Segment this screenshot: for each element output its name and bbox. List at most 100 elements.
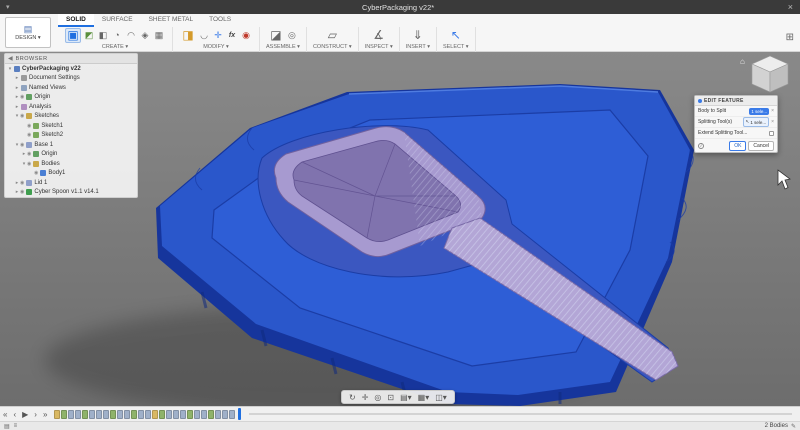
browser-row-cyberpackaging-v22[interactable]: ▾CyberPackaging v22 bbox=[5, 64, 137, 74]
timeline-feature-feat[interactable] bbox=[117, 410, 123, 419]
orbit-icon[interactable]: ↻ bbox=[346, 393, 359, 402]
timeline-feature-sketch[interactable] bbox=[82, 410, 88, 419]
browser-row-origin[interactable]: ▸◉Origin bbox=[5, 150, 137, 160]
timeline-feature-sketch[interactable] bbox=[159, 410, 165, 419]
browser-row-origin[interactable]: ▸◉Origin bbox=[5, 93, 137, 103]
timeline-feature-sketch[interactable] bbox=[61, 410, 67, 419]
pencil-icon[interactable]: ✎ bbox=[791, 423, 796, 430]
loft-icon[interactable]: ◈ bbox=[139, 29, 151, 41]
timeline-feature-feat[interactable] bbox=[89, 410, 95, 419]
press-pull-icon[interactable]: ◨ bbox=[180, 28, 196, 43]
toolbar-group-label-create[interactable]: CREATE ▾ bbox=[102, 44, 128, 50]
close-window-icon[interactable]: × bbox=[781, 2, 800, 12]
browser-row-sketch2[interactable]: ◉Sketch2 bbox=[5, 131, 137, 141]
construct-plane-icon[interactable]: ▱ bbox=[324, 28, 340, 43]
expand-arrow-icon[interactable]: ▸ bbox=[14, 75, 20, 81]
timeline-feature-feat[interactable] bbox=[222, 410, 228, 419]
go-to-start-button[interactable]: « bbox=[0, 408, 10, 421]
toolbar-group-label-inspect[interactable]: INSPECT ▾ bbox=[365, 44, 393, 50]
timeline-feature-feat[interactable] bbox=[173, 410, 179, 419]
move-icon[interactable]: ✛ bbox=[212, 29, 224, 41]
browser-row-document-settings[interactable]: ▸Document Settings bbox=[5, 74, 137, 84]
go-to-end-button[interactable]: » bbox=[40, 408, 50, 421]
timeline-feature-feat[interactable] bbox=[75, 410, 81, 419]
browser-row-analysis[interactable]: ▸Analysis bbox=[5, 102, 137, 112]
workspace-switcher[interactable]: ▤ DESIGN ▾ bbox=[5, 17, 51, 48]
tab-sheet-metal[interactable]: SHEET METAL bbox=[141, 14, 202, 27]
viewcube-home-icon[interactable]: ⌂ bbox=[740, 57, 745, 66]
joint-icon[interactable]: ◎ bbox=[286, 29, 298, 41]
timeline-feature-feat[interactable] bbox=[124, 410, 130, 419]
browser-row-sketches[interactable]: ▾◉Sketches bbox=[5, 112, 137, 122]
parameters-fx-icon[interactable]: fx bbox=[226, 29, 238, 41]
timeline-feature-feat[interactable] bbox=[138, 410, 144, 419]
zoom-icon[interactable]: ◎ bbox=[371, 393, 384, 402]
browser-row-base-1[interactable]: ▾◉Base 1 bbox=[5, 140, 137, 150]
browser-row-bodies[interactable]: ▾◉Bodies bbox=[5, 159, 137, 169]
visibility-eye-icon[interactable]: ◉ bbox=[27, 123, 31, 129]
timeline-feature-feat[interactable] bbox=[96, 410, 102, 419]
timeline-feature-sketch[interactable] bbox=[208, 410, 214, 419]
browser-row-lid-1[interactable]: ▸◉Lid 1 bbox=[5, 178, 137, 188]
extensions-icon[interactable]: ⊞ bbox=[786, 32, 794, 43]
timeline-feature-feat[interactable] bbox=[145, 410, 151, 419]
dialog-header[interactable]: EDIT FEATURE bbox=[695, 96, 777, 106]
extrude-icon[interactable]: ◧ bbox=[97, 29, 109, 41]
play-button[interactable]: ▶ bbox=[19, 408, 31, 421]
measure-icon[interactable]: ∡ bbox=[371, 28, 387, 43]
timeline-playhead[interactable] bbox=[238, 408, 241, 420]
titlebar-chevron-icon[interactable]: ▾ bbox=[0, 3, 16, 11]
splitting-tool-chip[interactable]: ↖ 1 sele... bbox=[743, 117, 770, 127]
timeline-feature-sketch[interactable] bbox=[131, 410, 137, 419]
timeline-groove[interactable] bbox=[249, 413, 792, 415]
browser-row-body1[interactable]: ◉Body1 bbox=[5, 169, 137, 179]
timeline-feature-feat[interactable] bbox=[215, 410, 221, 419]
insert-mesh-icon[interactable]: ⇓ bbox=[410, 28, 426, 43]
timeline-feature-feat[interactable] bbox=[180, 410, 186, 419]
timeline-feature-comp[interactable] bbox=[54, 410, 60, 419]
appearance-icon[interactable]: ◉ bbox=[240, 29, 252, 41]
timeline-feature-feat[interactable] bbox=[229, 410, 235, 419]
grid-settings-icon[interactable]: ▦▾ bbox=[415, 393, 433, 402]
step-forward-button[interactable]: › bbox=[31, 408, 40, 421]
expand-arrow-icon[interactable]: ▾ bbox=[7, 66, 13, 72]
layout-toggle-icon[interactable]: ≡ bbox=[14, 423, 18, 430]
cancel-button[interactable]: Cancel bbox=[748, 141, 774, 151]
timeline-feature-sketch[interactable] bbox=[187, 410, 193, 419]
timeline-feature-comp[interactable] bbox=[152, 410, 158, 419]
new-component-icon[interactable]: ◪ bbox=[268, 28, 284, 43]
display-settings-icon[interactable]: ▤▾ bbox=[397, 393, 415, 402]
browser-collapse-icon[interactable]: ◀ bbox=[8, 55, 13, 62]
browser-row-sketch1[interactable]: ◉Sketch1 bbox=[5, 121, 137, 131]
body-selection-clear-icon[interactable]: × bbox=[771, 108, 774, 114]
expand-arrow-icon[interactable]: ▸ bbox=[14, 85, 20, 91]
visibility-eye-icon[interactable]: ◉ bbox=[27, 161, 31, 167]
visibility-eye-icon[interactable]: ◉ bbox=[20, 113, 24, 119]
select-cursor-icon[interactable]: ↖ bbox=[448, 28, 464, 43]
timeline-feature-feat[interactable] bbox=[166, 410, 172, 419]
visibility-eye-icon[interactable]: ◉ bbox=[27, 132, 31, 138]
tab-surface[interactable]: SURFACE bbox=[94, 14, 141, 27]
viewports-icon[interactable]: ◫▾ bbox=[432, 393, 450, 402]
body-selection-chip[interactable]: 1 sele... bbox=[749, 108, 769, 115]
toolbar-group-label-insert[interactable]: INSERT ▾ bbox=[406, 44, 430, 50]
visibility-eye-icon[interactable]: ◉ bbox=[20, 142, 24, 148]
browser-row-named-views[interactable]: ▸Named Views bbox=[5, 83, 137, 93]
tab-solid[interactable]: SOLID bbox=[58, 14, 94, 27]
fit-icon[interactable]: ⊡ bbox=[384, 393, 397, 402]
extend-splitting-tool-checkbox[interactable] bbox=[769, 131, 774, 136]
timeline-feature-feat[interactable] bbox=[103, 410, 109, 419]
expand-arrow-icon[interactable]: ▸ bbox=[14, 104, 20, 110]
revolve-icon[interactable]: ◔ bbox=[111, 29, 123, 41]
timeline-feature-feat[interactable] bbox=[201, 410, 207, 419]
timeline-feature-feat[interactable] bbox=[68, 410, 74, 419]
browser-row-cyber-spoon-v1-1-v14-1[interactable]: ▸◉Cyber Spoon v1.1 v14.1 bbox=[5, 188, 137, 198]
info-icon[interactable]: i bbox=[698, 143, 704, 149]
timeline-feature-feat[interactable] bbox=[194, 410, 200, 419]
pattern-icon[interactable]: ▦ bbox=[153, 29, 165, 41]
step-back-button[interactable]: ‹ bbox=[10, 408, 19, 421]
toolbar-group-label-assemble[interactable]: ASSEMBLE ▾ bbox=[266, 44, 300, 50]
toolbar-group-label-select[interactable]: SELECT ▾ bbox=[443, 44, 469, 50]
timeline-feature-sketch[interactable] bbox=[110, 410, 116, 419]
splitting-tool-clear-icon[interactable]: × bbox=[771, 119, 774, 125]
